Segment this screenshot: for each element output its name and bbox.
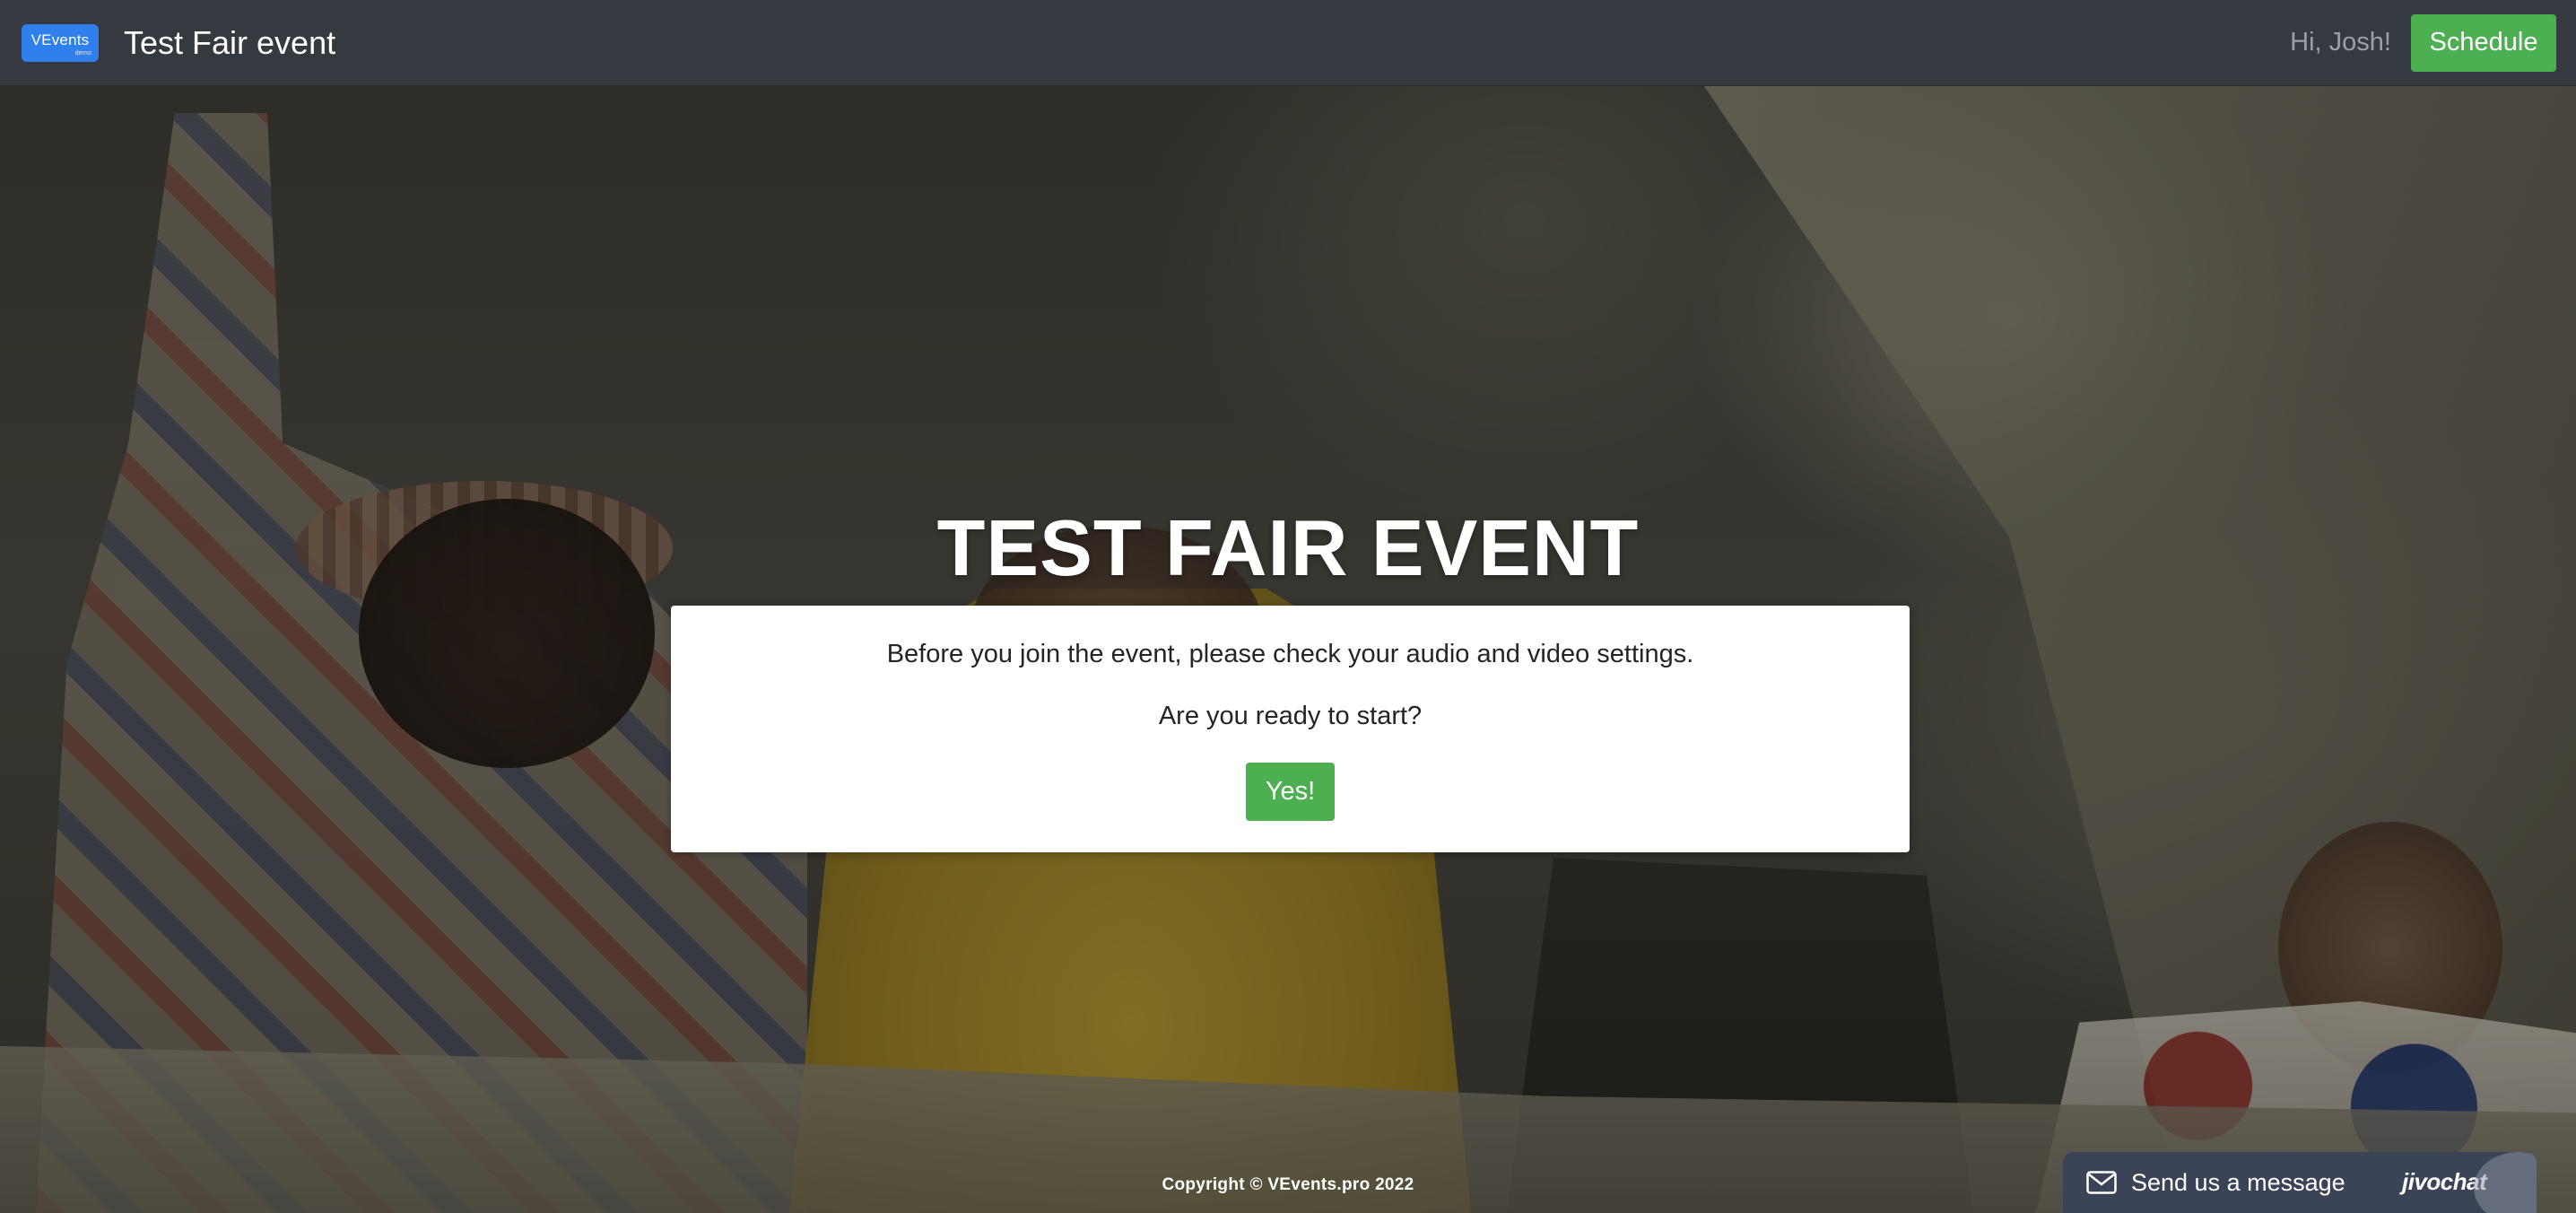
prejoin-question: Are you ready to start? xyxy=(1158,702,1423,730)
user-greeting[interactable]: Hi, Josh! xyxy=(2290,28,2391,57)
vevents-logo[interactable]: VEvents demo xyxy=(22,23,99,62)
logo-subtext: demo xyxy=(74,49,91,57)
chat-corner-decoration xyxy=(2474,1152,2537,1213)
ready-yes-button[interactable]: Yes! xyxy=(1246,763,1335,821)
prejoin-message: Before you join the event, please check … xyxy=(886,640,1694,668)
logo-text: VEvents xyxy=(30,31,90,48)
page-title[interactable]: Test Fair event xyxy=(124,24,335,62)
chat-widget[interactable]: Send us a message jivochat xyxy=(2063,1152,2537,1213)
chat-label: Send us a message xyxy=(2131,1168,2345,1196)
prejoin-dialog: Before you join the event, please check … xyxy=(671,606,1910,852)
event-title: TEST FAIR EVENT xyxy=(936,503,1640,592)
top-navbar: VEvents demo Test Fair event Hi, Josh! S… xyxy=(0,0,2576,86)
schedule-button[interactable]: Schedule xyxy=(2411,13,2556,72)
mail-icon xyxy=(2086,1171,2117,1194)
